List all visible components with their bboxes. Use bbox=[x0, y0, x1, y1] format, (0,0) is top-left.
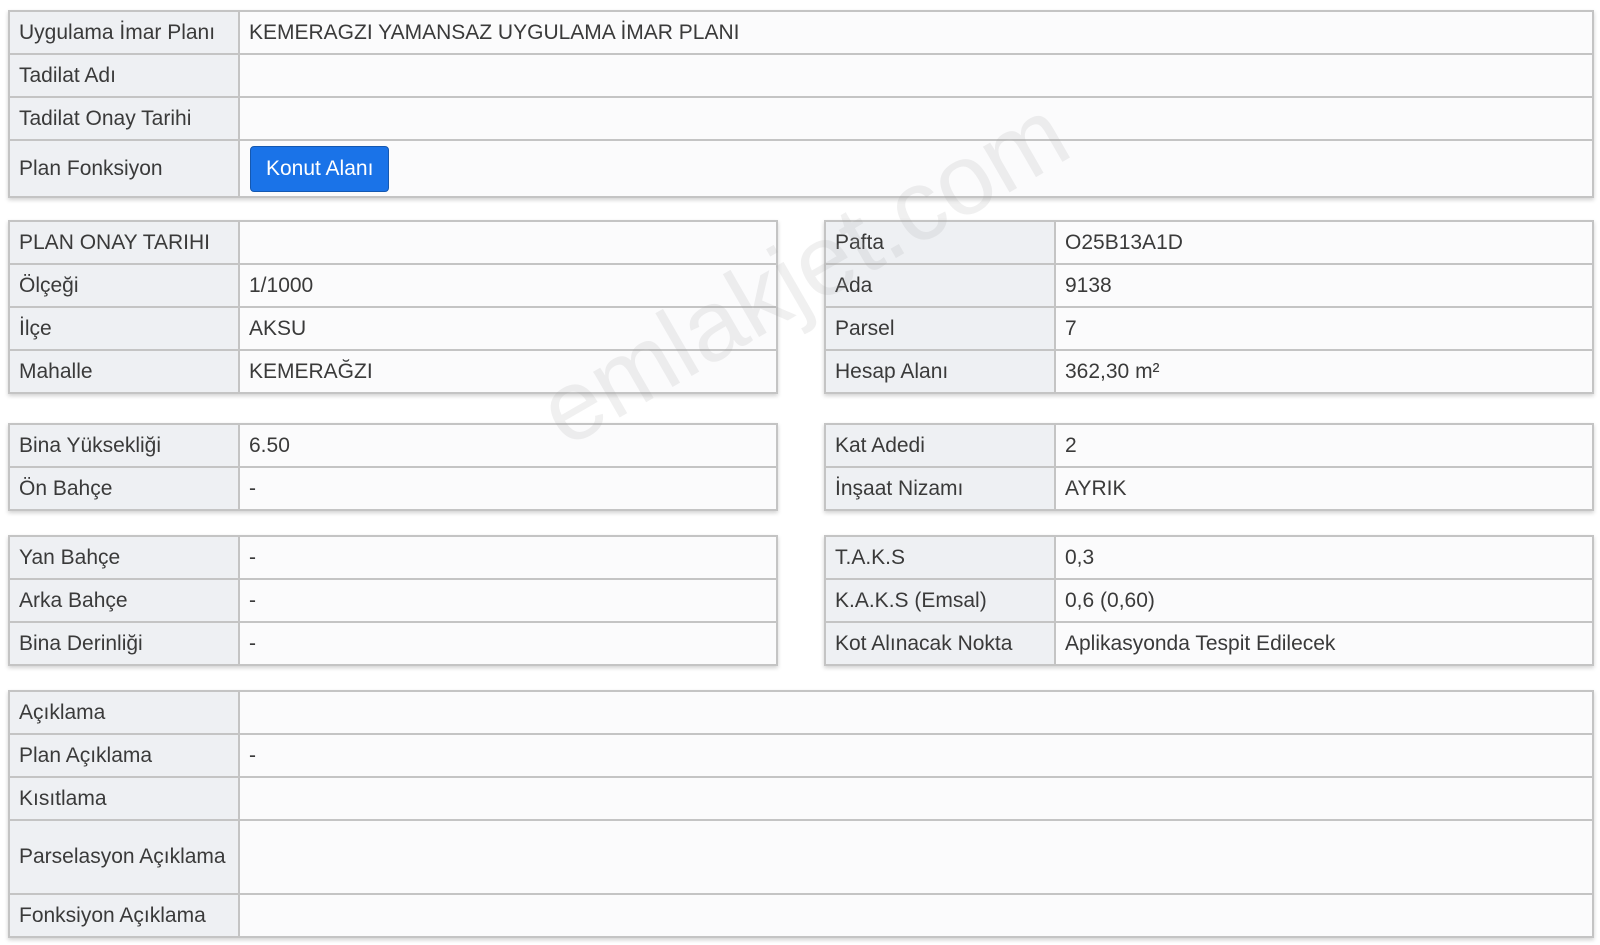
value-kisitlama bbox=[238, 776, 1594, 821]
label-mahalle: Mahalle bbox=[8, 349, 240, 394]
table-row: Ada 9138 bbox=[824, 263, 1594, 308]
label-ilce: İlçe bbox=[8, 306, 240, 351]
value-insaat-nizami: AYRIK bbox=[1054, 466, 1594, 511]
label-plan-aciklama: Plan Açıklama bbox=[8, 733, 240, 778]
value-bina-yuksekligi: 6.50 bbox=[238, 423, 778, 468]
table-row: Tadilat Onay Tarihi bbox=[8, 96, 1594, 141]
label-olcegi: Ölçeği bbox=[8, 263, 240, 308]
table-row: Kot Alınacak Nokta Aplikasyonda Tespit E… bbox=[824, 621, 1594, 666]
table-row: Mahalle KEMERAĞZI bbox=[8, 349, 778, 394]
value-tadilat-adi bbox=[238, 53, 1594, 98]
label-parselasyon-aciklama: Parselasyon Açıklama bbox=[8, 819, 240, 895]
table-row: Fonksiyon Açıklama bbox=[8, 893, 1594, 938]
label-taks: T.A.K.S bbox=[824, 535, 1056, 580]
label-tadilat-onay-tarihi: Tadilat Onay Tarihi bbox=[8, 96, 240, 141]
label-arka-bahce: Arka Bahçe bbox=[8, 578, 240, 623]
table-row: Pafta O25B13A1D bbox=[824, 220, 1594, 265]
table-row: Bina Derinliği - bbox=[8, 621, 778, 666]
label-bina-derinligi: Bina Derinliği bbox=[8, 621, 240, 666]
table-row: Kısıtlama bbox=[8, 776, 1594, 821]
table-row: Yan Bahçe - bbox=[8, 535, 778, 580]
table-row: İlçe AKSU bbox=[8, 306, 778, 351]
parcel-table: Pafta O25B13A1D Ada 9138 Parsel 7 Hesap … bbox=[824, 220, 1594, 394]
value-kaks: 0,6 (0,60) bbox=[1054, 578, 1594, 623]
value-ada: 9138 bbox=[1054, 263, 1594, 308]
label-insaat-nizami: İnşaat Nizamı bbox=[824, 466, 1056, 511]
value-plan-onay-tarihi bbox=[238, 220, 778, 265]
table-row: K.A.K.S (Emsal) 0,6 (0,60) bbox=[824, 578, 1594, 623]
label-kot-alinacak-nokta: Kot Alınacak Nokta bbox=[824, 621, 1056, 666]
label-bina-yuksekligi: Bina Yüksekliği bbox=[8, 423, 240, 468]
value-plan-fonksiyon: Konut Alanı bbox=[238, 139, 1594, 198]
value-on-bahce: - bbox=[238, 466, 778, 511]
value-yan-bahce: - bbox=[238, 535, 778, 580]
value-uygulama-imar-plani: KEMERAGZI YAMANSAZ UYGULAMA İMAR PLANI bbox=[238, 10, 1594, 55]
label-ada: Ada bbox=[824, 263, 1056, 308]
label-kat-adedi: Kat Adedi bbox=[824, 423, 1056, 468]
table-row: Tadilat Adı bbox=[8, 53, 1594, 98]
value-parsel: 7 bbox=[1054, 306, 1594, 351]
table-row: Arka Bahçe - bbox=[8, 578, 778, 623]
building-height-table: Bina Yüksekliği 6.50 Ön Bahçe - bbox=[8, 423, 778, 511]
value-kat-adedi: 2 bbox=[1054, 423, 1594, 468]
konut-alani-button[interactable]: Konut Alanı bbox=[250, 145, 390, 192]
value-arka-bahce: - bbox=[238, 578, 778, 623]
label-plan-onay-tarihi: PLAN ONAY TARIHI bbox=[8, 220, 240, 265]
value-olcegi: 1/1000 bbox=[238, 263, 778, 308]
label-yan-bahce: Yan Bahçe bbox=[8, 535, 240, 580]
table-row: PLAN ONAY TARIHI bbox=[8, 220, 778, 265]
ratio-table: T.A.K.S 0,3 K.A.K.S (Emsal) 0,6 (0,60) K… bbox=[824, 535, 1594, 666]
label-plan-fonksiyon: Plan Fonksiyon bbox=[8, 139, 240, 198]
label-fonksiyon-aciklama: Fonksiyon Açıklama bbox=[8, 893, 240, 938]
table-row: Uygulama İmar Planı KEMERAGZI YAMANSAZ U… bbox=[8, 10, 1594, 55]
value-kot-alinacak-nokta: Aplikasyonda Tespit Edilecek bbox=[1054, 621, 1594, 666]
value-parselasyon-aciklama bbox=[238, 819, 1594, 895]
table-row: Kat Adedi 2 bbox=[824, 423, 1594, 468]
plan-details-table: PLAN ONAY TARIHI Ölçeği 1/1000 İlçe AKSU… bbox=[8, 220, 778, 394]
plan-info-table: Uygulama İmar Planı KEMERAGZI YAMANSAZ U… bbox=[8, 10, 1594, 198]
floors-table: Kat Adedi 2 İnşaat Nizamı AYRIK bbox=[824, 423, 1594, 511]
label-aciklama: Açıklama bbox=[8, 690, 240, 735]
label-uygulama-imar-plani: Uygulama İmar Planı bbox=[8, 10, 240, 55]
table-row: Plan Fonksiyon Konut Alanı bbox=[8, 139, 1594, 198]
label-pafta: Pafta bbox=[824, 220, 1056, 265]
value-aciklama bbox=[238, 690, 1594, 735]
label-hesap-alani: Hesap Alanı bbox=[824, 349, 1056, 394]
label-kisitlama: Kısıtlama bbox=[8, 776, 240, 821]
value-pafta: O25B13A1D bbox=[1054, 220, 1594, 265]
table-row: Plan Açıklama - bbox=[8, 733, 1594, 778]
table-row: Bina Yüksekliği 6.50 bbox=[8, 423, 778, 468]
table-row: Hesap Alanı 362,30 m² bbox=[824, 349, 1594, 394]
value-taks: 0,3 bbox=[1054, 535, 1594, 580]
description-table: Açıklama Plan Açıklama - Kısıtlama Parse… bbox=[8, 690, 1594, 938]
value-ilce: AKSU bbox=[238, 306, 778, 351]
value-bina-derinligi: - bbox=[238, 621, 778, 666]
table-row: Parsel 7 bbox=[824, 306, 1594, 351]
value-mahalle: KEMERAĞZI bbox=[238, 349, 778, 394]
value-fonksiyon-aciklama bbox=[238, 893, 1594, 938]
table-row: İnşaat Nizamı AYRIK bbox=[824, 466, 1594, 511]
table-row: Parselasyon Açıklama bbox=[8, 819, 1594, 895]
value-hesap-alani: 362,30 m² bbox=[1054, 349, 1594, 394]
value-tadilat-onay-tarihi bbox=[238, 96, 1594, 141]
table-row: Ön Bahçe - bbox=[8, 466, 778, 511]
label-kaks: K.A.K.S (Emsal) bbox=[824, 578, 1056, 623]
table-row: T.A.K.S 0,3 bbox=[824, 535, 1594, 580]
table-row: Açıklama bbox=[8, 690, 1594, 735]
label-tadilat-adi: Tadilat Adı bbox=[8, 53, 240, 98]
label-parsel: Parsel bbox=[824, 306, 1056, 351]
value-plan-aciklama: - bbox=[238, 733, 1594, 778]
label-on-bahce: Ön Bahçe bbox=[8, 466, 240, 511]
setback-table: Yan Bahçe - Arka Bahçe - Bina Derinliği … bbox=[8, 535, 778, 666]
table-row: Ölçeği 1/1000 bbox=[8, 263, 778, 308]
